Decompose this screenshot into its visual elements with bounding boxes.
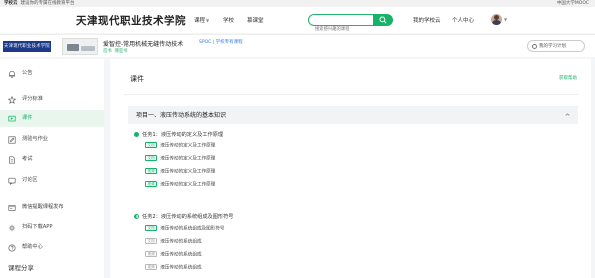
search-input[interactable] (315, 24, 375, 35)
doc-tag: 文档 (145, 142, 158, 148)
discussion-icon (8, 177, 16, 185)
video-tag: 视频 (145, 264, 158, 270)
sidebar-item-grading[interactable]: 评分标准 (0, 91, 104, 108)
resource-item[interactable]: 文档 液压传动的系统组成 (145, 238, 202, 246)
school-name[interactable]: 天津现代职业技术学院 (76, 13, 186, 28)
brand-label[interactable]: 学校云 (4, 1, 18, 6)
course-share-title: 课程分享 (8, 264, 34, 272)
resource-item[interactable]: 视频 液压传动的定义及工作原理 (145, 181, 215, 189)
get-help-link[interactable]: 获取帮助 (559, 75, 577, 81)
resource-item[interactable]: 视频 液压传动的系统组成 (145, 251, 202, 259)
sidebar-item-label: 扫码下载APP (22, 224, 53, 230)
sidebar-item-label: 评分标准 (22, 96, 43, 102)
course-thumbnail (62, 38, 98, 55)
resource-label: 液压传动的系统组成 (160, 239, 202, 245)
courseware-icon (8, 115, 16, 122)
sidebar-item-label: 微信提醒课程发布 (22, 204, 64, 210)
my-study-plan-label: 我的学习计划 (539, 44, 566, 49)
nav-mooc-class[interactable]: 慕课堂 (247, 16, 264, 24)
resource-item[interactable]: 文档 液压传动的定义及工作原理 (145, 155, 215, 163)
qr-icon (8, 224, 16, 232)
sidebar-item-announcements[interactable]: 公告 (0, 65, 104, 82)
doc-tag: 文档 (145, 238, 158, 244)
course-title: 爱智控-常用机械无缝传动技术 (103, 41, 184, 48)
bell-icon (8, 70, 16, 78)
search-icon (379, 16, 387, 24)
chapter-header[interactable]: 项目一、液压传动系统的基本知识 (128, 106, 578, 124)
task-item[interactable]: 任务2：液压传动的系统组成及图形符号 (134, 213, 234, 220)
partial-progress-icon (134, 213, 139, 219)
course-meta-item[interactable]: 首书 (103, 49, 112, 54)
sidebar-item-quizzes[interactable]: 测验与作业 (0, 131, 104, 148)
resource-label: 液压传动的系统组成及图形符号 (160, 226, 225, 232)
search-box (308, 14, 375, 35)
doc-tag: 文档 (145, 155, 158, 161)
star-icon (8, 96, 16, 104)
sidebar-item-wechat-reminder[interactable]: 微信提醒课程发布 (0, 199, 104, 216)
top-strip-left: 学校云 建设你的专属在线教育平台 (4, 0, 75, 7)
doc-tag: 文档 (145, 225, 158, 231)
video-tag: 视频 (145, 181, 158, 187)
search-button[interactable] (373, 14, 393, 26)
sidebar-item-label: 帮助中心 (22, 244, 43, 250)
edit-icon (8, 136, 16, 144)
sidebar-item-label: 公告 (22, 70, 33, 76)
resource-item[interactable]: 文档 液压传动的定义及工作原理 (145, 142, 215, 150)
divider (124, 94, 579, 95)
sidebar-item-download-app[interactable]: 扫码下载APP (0, 219, 104, 236)
video-tag: 视频 (145, 168, 158, 174)
chevron-up-icon (565, 113, 570, 116)
nav-school[interactable]: 学校 (223, 16, 234, 24)
sidebar-item-help[interactable]: 帮助中心 (0, 239, 104, 256)
clock-icon (532, 44, 537, 49)
site-header: 天津现代职业技术学院 课程▼ 学校 慕课堂 我的学校云 个人中心 ▼ (0, 7, 595, 35)
sidebar-item-discussion[interactable]: 讨论区 (0, 172, 104, 189)
chevron-down-icon[interactable]: ▼ (504, 17, 507, 22)
resource-label: 液压传动的系统组成 (160, 265, 202, 271)
school-logo: 天津现代职业技术学院 (3, 41, 51, 52)
resource-label: 液压传动的定义及工作原理 (160, 169, 216, 175)
sidebar: 公告 评分标准 课件 测验与作业 考试 讨论区 微信提醒课程发布 扫码下载APP… (0, 59, 104, 278)
chevron-down-icon: ▼ (206, 18, 210, 23)
sidebar-item-label: 课件 (22, 115, 33, 121)
brand-tagline: 建设你的专属在线教育平台 (20, 1, 75, 6)
course-meta-item[interactable]: 哪些书 (115, 49, 128, 54)
exam-icon (9, 156, 15, 164)
spoc-tag: SPOC | 学校专有课程 (199, 40, 243, 45)
video-tag: 视频 (145, 251, 158, 257)
sidebar-item-label: 测验与作业 (22, 136, 48, 142)
resource-item[interactable]: 文档 液压传动的系统组成及图形符号 (145, 225, 225, 233)
nav-courses[interactable]: 课程▼ (194, 16, 209, 24)
task-title: 任务1：液压传动的定义及工作原理 (142, 132, 224, 138)
resource-label: 液压传动的定义及工作原理 (160, 143, 216, 149)
my-school-cloud-link[interactable]: 我的学校云 (413, 16, 441, 24)
resource-item[interactable]: 视频 液压传动的定义及工作原理 (145, 168, 215, 176)
complete-icon (134, 131, 139, 137)
main-panel: 课件 获取帮助 项目一、液压传动系统的基本知识 任务1：液压传动的定义及工作原理… (110, 59, 591, 278)
chapter-title: 项目一、液压传动系统的基本知识 (136, 112, 227, 119)
course-meta: 首书 哪些书 (103, 48, 130, 54)
course-banner: 天津现代职业技术学院 爱智控-常用机械无缝传动技术 SPOC | 学校专有课程 … (0, 34, 595, 57)
sidebar-item-label: 考试 (22, 156, 33, 162)
task-title: 任务2：液压传动的系统组成及图形符号 (142, 214, 234, 220)
nav-courses-label: 课程 (194, 18, 206, 24)
avatar[interactable] (491, 14, 502, 25)
wechat-icon (8, 205, 16, 211)
sidebar-item-label: 讨论区 (22, 177, 38, 183)
sidebar-item-exams[interactable]: 考试 (0, 151, 104, 168)
top-strip: 学校云 建设你的专属在线教育平台 中国大学MOOC (0, 0, 595, 7)
page-title: 课件 (130, 75, 144, 83)
resource-label: 液压传动的定义及工作原理 (160, 182, 216, 188)
my-study-plan-button[interactable]: 我的学习计划 (527, 40, 585, 52)
resource-label: 液压传动的定义及工作原理 (160, 156, 216, 162)
resource-label: 液压传动的系统组成 (160, 252, 202, 258)
help-icon (8, 244, 16, 252)
personal-center-link[interactable]: 个人中心 (452, 16, 474, 24)
task-item[interactable]: 任务1：液压传动的定义及工作原理 (134, 131, 223, 138)
sidebar-item-courseware[interactable]: 课件 (0, 110, 104, 127)
mooc-link[interactable]: 中国大学MOOC (557, 0, 589, 7)
resource-item[interactable]: 视频 液压传动的系统组成 (145, 264, 202, 272)
